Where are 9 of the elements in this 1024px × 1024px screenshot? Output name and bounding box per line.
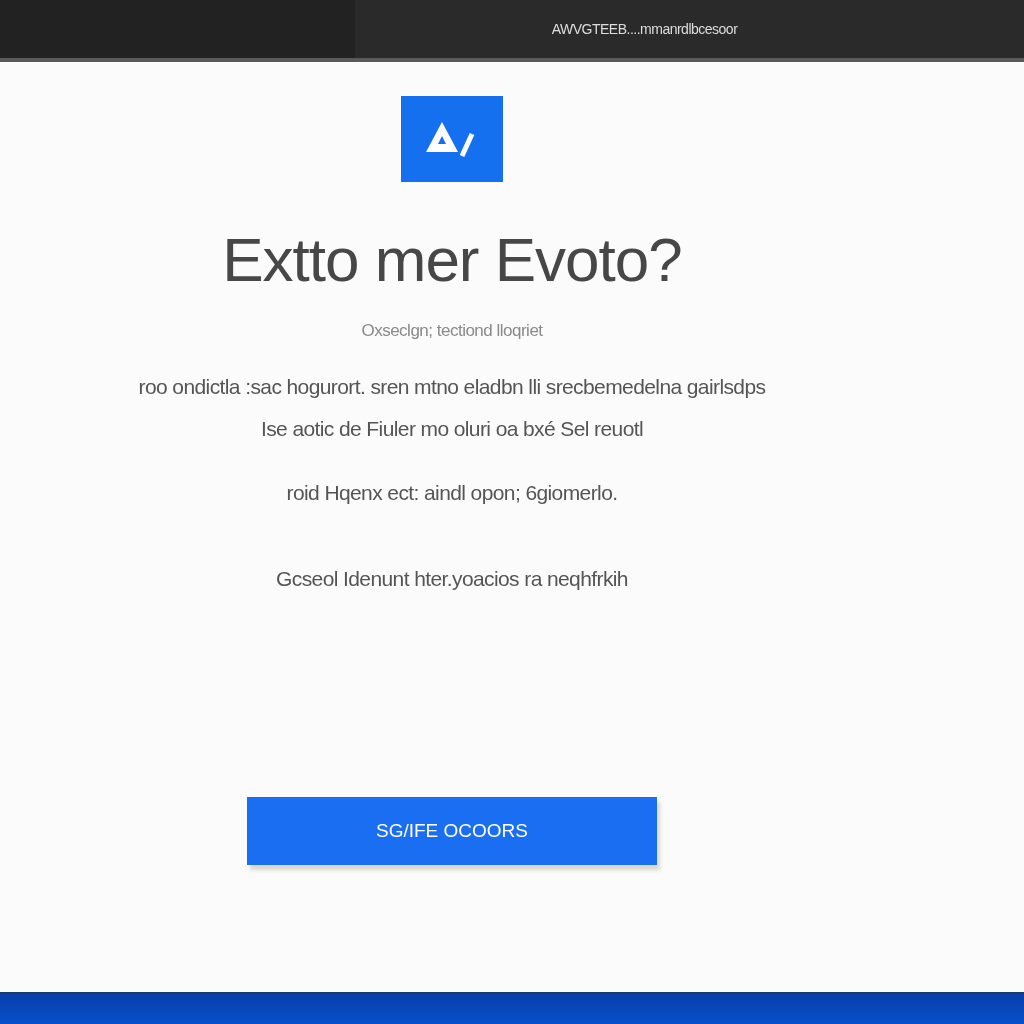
primary-button[interactable]: SG/IFE OCOORS [247, 797, 657, 865]
heading: Extto mer Evoto? [222, 224, 682, 295]
note-text: Gcseol Idenunt hter.yoacios ra neqhfrkih [276, 567, 628, 591]
subtitle: Oxseclgn; tectiond lloqriet [361, 321, 543, 341]
window-title: AWVGTEEB....mmanrdlbcesoor [551, 21, 738, 37]
body-text: roid Hqenx ect: aindl ороn; 6giomerlo. [286, 481, 618, 505]
body-text: roo ondictla :sac hogurort. sren mtno eladbn lli srecbemedelna gairlsdps [138, 375, 766, 399]
app-logo-icon [401, 96, 503, 182]
body-text: Ise aotic de Fiuler mo oluri oa bxé Sel reuotl [260, 417, 644, 441]
